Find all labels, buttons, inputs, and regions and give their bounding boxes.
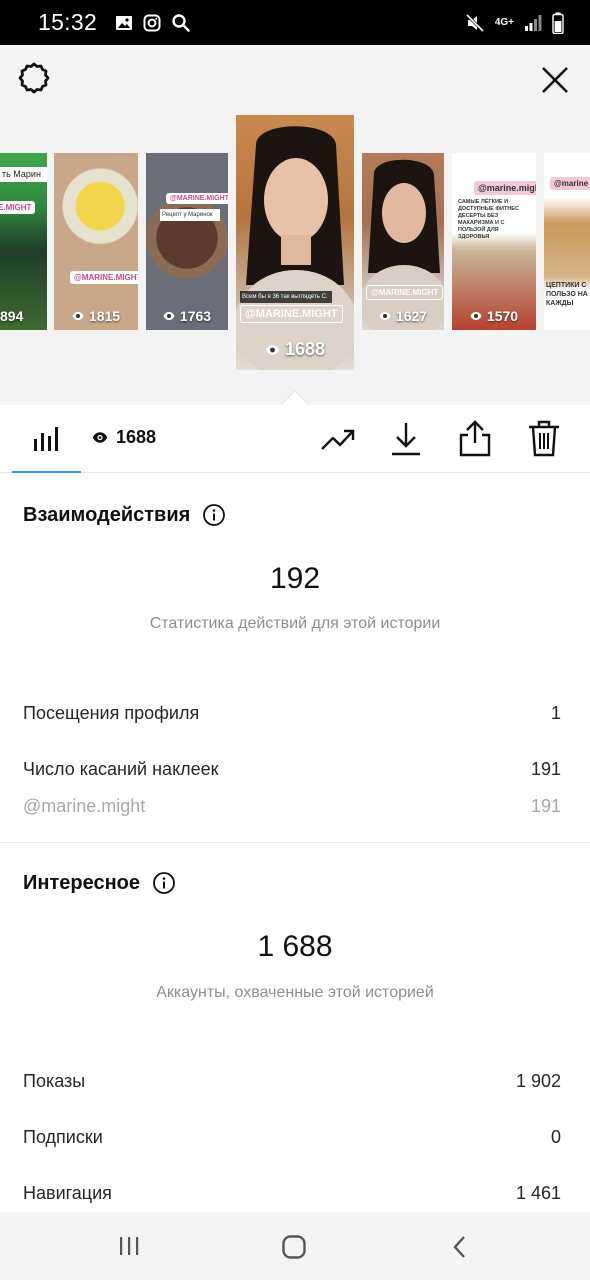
eye-icon bbox=[163, 312, 175, 320]
views-count: 1815 bbox=[88, 308, 121, 324]
signal-icon bbox=[525, 14, 542, 31]
views-count: 1570 bbox=[486, 308, 519, 324]
story-thumbnail[interactable]: @MARINE.MIGHT 1627 bbox=[362, 153, 444, 330]
discovery-title: Интересное bbox=[23, 871, 176, 895]
story-sticker: @MARINE.MIGHT bbox=[166, 193, 228, 204]
story-thumbnail[interactable]: @MARINE.MIGHT 1815 bbox=[54, 153, 138, 330]
story-caption: Рецепт у Маринок bbox=[160, 209, 220, 221]
interactions-total: 192 bbox=[269, 562, 321, 595]
story-sticker: @MARINE.MIGHT bbox=[240, 305, 343, 323]
story-sticker: @MARINE.MIGHT bbox=[0, 201, 36, 214]
story-caption: ть Марин bbox=[0, 167, 47, 182]
views-count: 1627 bbox=[395, 308, 428, 324]
search-icon bbox=[172, 13, 190, 32]
stat-value: 0 bbox=[550, 1127, 561, 1147]
trend-icon[interactable] bbox=[320, 427, 356, 453]
info-icon[interactable] bbox=[152, 871, 176, 895]
delete-icon[interactable] bbox=[528, 419, 560, 457]
stat-label: Посещения профиля bbox=[23, 703, 200, 723]
interactions-caption: Статистика действий для этой истории bbox=[149, 615, 441, 632]
discovery-total: 1 688 bbox=[257, 930, 333, 963]
stat-row-mention-sticker: @marine.might 191 bbox=[23, 796, 561, 817]
selection-pointer bbox=[281, 390, 309, 405]
status-time: 15:32 bbox=[38, 9, 98, 35]
instagram-icon bbox=[143, 14, 161, 31]
active-tab-indicator bbox=[12, 471, 81, 473]
stat-value: 191 bbox=[530, 759, 561, 779]
stat-row-navigation: Навигация 1 461 bbox=[23, 1183, 561, 1204]
story-toolbar: 1688 bbox=[0, 405, 590, 473]
story-thumbnail[interactable]: @marine.might САМЫЕ ЛЁГКИЕ И ДОСТУПНЫЕ Ф… bbox=[452, 153, 536, 330]
story-sticker: @MARINE.MIGHT bbox=[70, 271, 138, 284]
info-icon[interactable] bbox=[202, 503, 226, 527]
story-carousel: ть Марин @MARINE.MIGHT 894 @MARINE.MIGHT… bbox=[0, 45, 590, 405]
stat-label: Показы bbox=[23, 1071, 86, 1091]
stat-value: 1 461 bbox=[515, 1183, 561, 1203]
stat-row-profile-visits: Посещения профиля 1 bbox=[23, 703, 561, 724]
home-icon[interactable] bbox=[281, 1234, 307, 1260]
stat-value: 1 902 bbox=[515, 1071, 561, 1091]
story-caption: ЦЕПТИКИ С ПОЛЬЗО НА КАЖДЫ bbox=[546, 282, 588, 307]
story-caption: САМЫЕ ЛЁГКИЕ И ДОСТУПНЫЕ ФИТНЕС ДЕСЕРТЫ … bbox=[458, 199, 519, 240]
eye-icon bbox=[265, 344, 280, 355]
story-sticker: @MARINE.MIGHT bbox=[366, 285, 444, 300]
toolbar-views-count: 1688 bbox=[116, 427, 157, 447]
views-count: 1763 bbox=[179, 308, 212, 324]
stat-label: Число касаний наклеек bbox=[23, 759, 219, 779]
stat-row-impressions: Показы 1 902 bbox=[23, 1071, 561, 1092]
discovery-title-text: Интересное bbox=[23, 871, 140, 894]
eye-icon bbox=[379, 312, 391, 320]
stat-row-follows: Подписки 0 bbox=[23, 1127, 561, 1148]
gallery-icon bbox=[116, 15, 133, 30]
stat-label: Подписки bbox=[23, 1127, 103, 1147]
insights-icon[interactable] bbox=[33, 425, 59, 453]
share-icon[interactable] bbox=[458, 419, 492, 457]
story-thumbnail[interactable]: ть Марин @MARINE.MIGHT 894 bbox=[0, 153, 47, 330]
close-icon[interactable] bbox=[540, 65, 570, 95]
stat-value: 191 bbox=[530, 796, 561, 816]
gear-icon[interactable] bbox=[16, 61, 52, 97]
back-icon[interactable] bbox=[450, 1234, 470, 1260]
stat-value: 1 bbox=[550, 703, 561, 723]
download-icon[interactable] bbox=[390, 421, 422, 457]
story-thumbnail-selected[interactable]: Всем бы я 36 так выглядеть С. @MARINE.MI… bbox=[236, 115, 354, 370]
mute-icon bbox=[465, 13, 484, 32]
interactions-title: Взаимодействия bbox=[23, 503, 226, 527]
eye-icon bbox=[72, 312, 84, 320]
story-sticker: @marine.might bbox=[474, 181, 536, 195]
story-thumbnail[interactable]: Рецепт у Маринок @MARINE.MIGHT 1763 bbox=[146, 153, 228, 330]
recents-icon[interactable] bbox=[117, 1234, 141, 1258]
battery-icon bbox=[552, 12, 564, 34]
story-thumbnail[interactable]: @marine ЦЕПТИКИ С ПОЛЬЗО НА КАЖДЫ bbox=[544, 153, 590, 330]
status-bar: 15:32 4G+ bbox=[0, 0, 590, 45]
interactions-title-text: Взаимодействия bbox=[23, 503, 191, 526]
story-sticker: @marine bbox=[550, 177, 590, 190]
views-count: 1688 bbox=[284, 339, 326, 359]
stat-label: Навигация bbox=[23, 1183, 112, 1203]
story-portrait bbox=[362, 159, 444, 330]
system-nav-bar bbox=[0, 1212, 590, 1280]
eye-icon bbox=[92, 432, 108, 443]
story-portrait bbox=[236, 126, 354, 370]
toolbar-views: 1688 bbox=[92, 427, 156, 448]
section-divider bbox=[0, 842, 590, 843]
network-label: 4G+ bbox=[494, 16, 514, 28]
stat-label: @marine.might bbox=[23, 796, 146, 816]
eye-icon bbox=[470, 312, 482, 320]
story-caption: Всем бы я 36 так выглядеть С. bbox=[240, 291, 332, 303]
stat-row-sticker-taps: Число касаний наклеек 191 bbox=[23, 759, 561, 780]
views-count: 894 bbox=[0, 308, 24, 324]
discovery-caption: Аккаунты, охваченные этой историей bbox=[156, 984, 434, 1001]
